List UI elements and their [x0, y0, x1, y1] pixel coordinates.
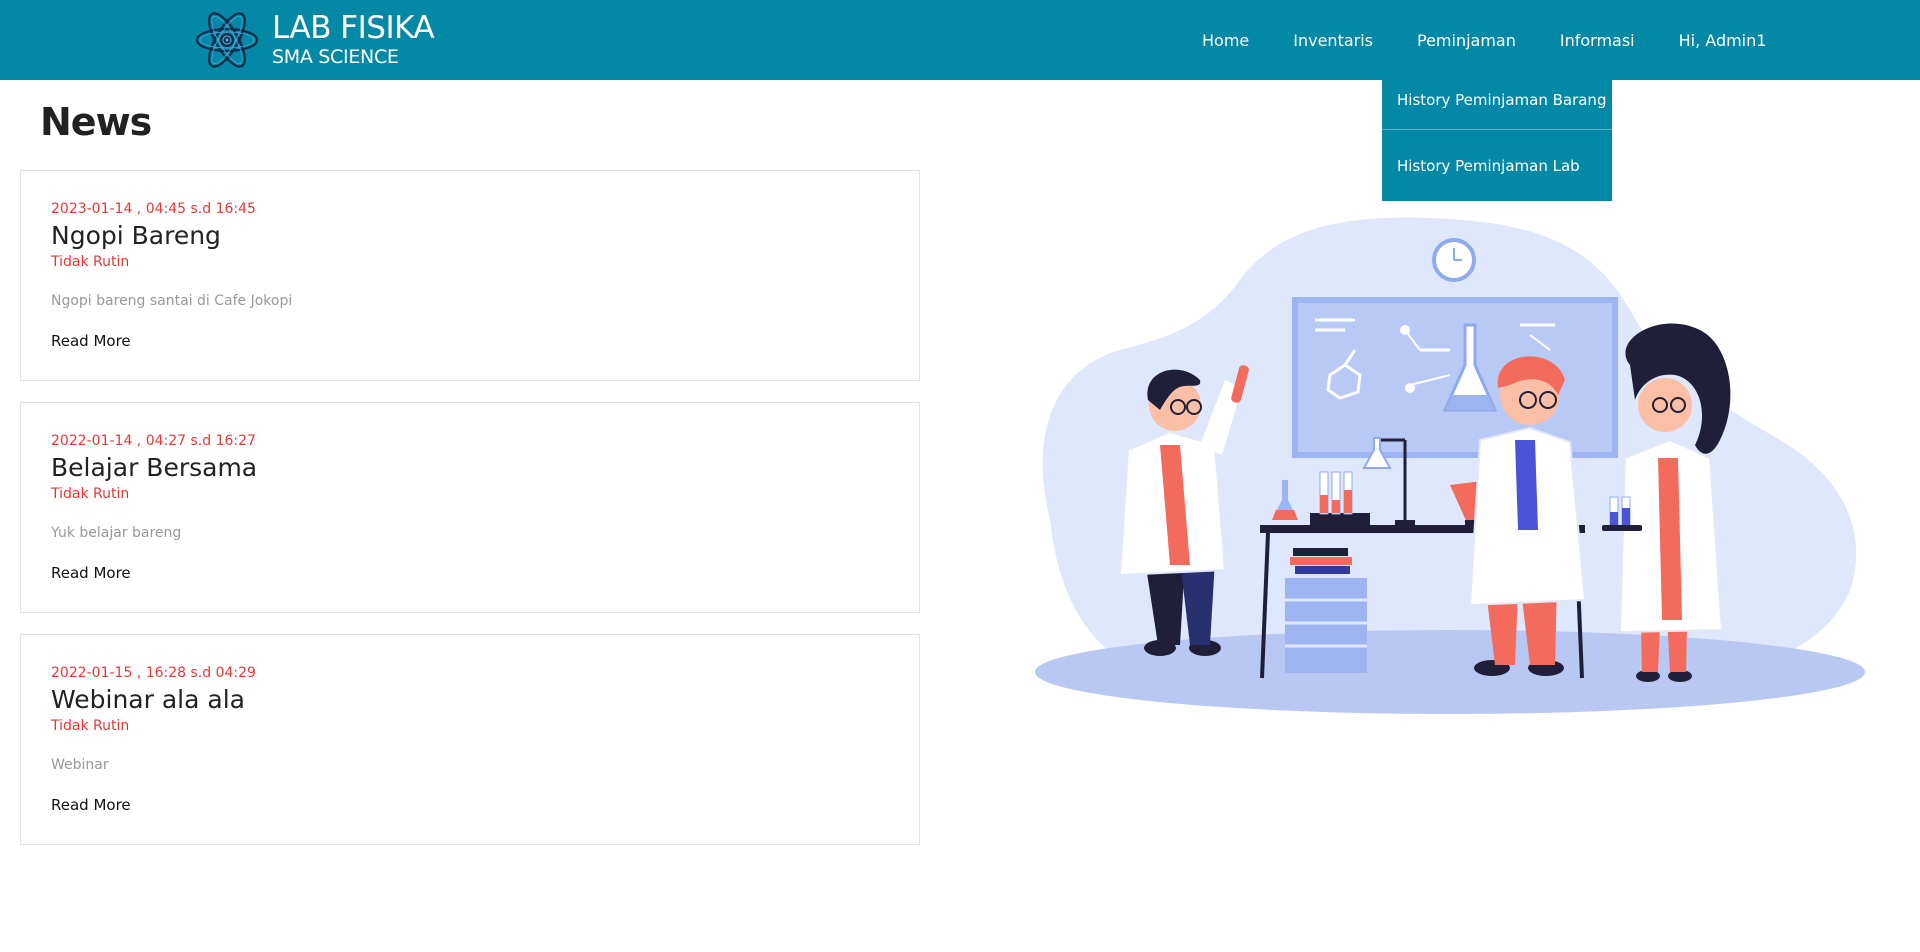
news-title: Belajar Bersama — [51, 453, 258, 482]
news-date: 2022-01-14 , 04:27 s.d 16:27 — [51, 433, 256, 449]
nav-home[interactable]: Home — [1202, 31, 1249, 50]
brand[interactable]: LAB FISIKA SMA SCIENCE — [194, 6, 435, 74]
navbar: LAB FISIKA SMA SCIENCE Home Inventaris P… — [0, 0, 1920, 80]
page-title: News — [40, 100, 152, 144]
nav-inventaris[interactable]: Inventaris — [1293, 31, 1373, 50]
news-card: 2022-01-14 , 04:27 s.d 16:27 Belajar Ber… — [20, 402, 920, 613]
atom-icon — [195, 12, 259, 68]
news-card: 2023-01-14 , 04:45 s.d 16:45 Ngopi Baren… — [20, 170, 920, 381]
brand-title: LAB FISIKA — [272, 10, 435, 46]
news-description: Yuk belajar bareng — [51, 525, 182, 541]
news-type: Tidak Rutin — [51, 718, 130, 734]
dropdown-item-history-barang[interactable]: History Peminjaman Barang — [1382, 80, 1612, 130]
news-type: Tidak Rutin — [51, 254, 130, 270]
nav-user-greeting[interactable]: Hi, Admin1 — [1679, 31, 1767, 50]
news-type: Tidak Rutin — [51, 486, 130, 502]
read-more-link[interactable]: Read More — [51, 332, 131, 350]
lab-scientists-illustration — [1035, 217, 1865, 714]
news-card: 2022-01-15 , 16:28 s.d 04:29 Webinar ala… — [20, 634, 920, 845]
nav-informasi[interactable]: Informasi — [1560, 31, 1635, 50]
news-title: Ngopi Bareng — [51, 221, 221, 250]
news-description: Webinar — [51, 757, 109, 773]
peminjaman-dropdown: History Peminjaman Barang History Peminj… — [1382, 80, 1612, 201]
dropdown-item-history-lab[interactable]: History Peminjaman Lab — [1382, 130, 1612, 200]
news-title: Webinar ala ala — [51, 685, 245, 714]
brand-subtitle: SMA SCIENCE — [272, 46, 399, 68]
news-description: Ngopi bareng santai di Cafe Jokopi — [51, 293, 293, 309]
news-date: 2022-01-15 , 16:28 s.d 04:29 — [51, 665, 256, 681]
main-nav: Home Inventaris Peminjaman Informasi Hi,… — [1180, 0, 1788, 80]
read-more-link[interactable]: Read More — [51, 564, 131, 582]
brand-text: LAB FISIKA SMA SCIENCE — [272, 10, 435, 69]
read-more-link[interactable]: Read More — [51, 796, 131, 814]
nav-peminjaman[interactable]: Peminjaman — [1417, 31, 1516, 50]
news-date: 2023-01-14 , 04:45 s.d 16:45 — [51, 201, 256, 217]
